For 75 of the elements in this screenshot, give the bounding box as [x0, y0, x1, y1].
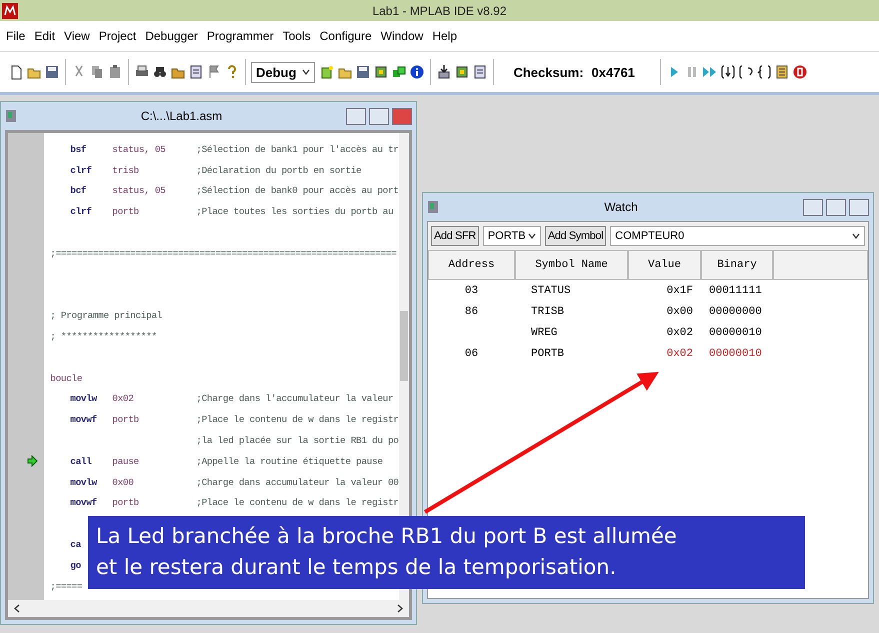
- instruction-mnemonic: clrf: [70, 206, 92, 218]
- code-comment: ;Sélection de bank1 pour l'accès au tr: [196, 144, 399, 155]
- instruction-mnemonic: movwf: [70, 497, 97, 508]
- binary-cell-text: 00000000: [708, 304, 763, 320]
- column-header[interactable]: Address: [428, 250, 515, 280]
- menu-item[interactable]: View: [60, 29, 94, 43]
- binary-cell-text: 00000010: [708, 346, 763, 362]
- instruction-operand: portb: [112, 206, 139, 218]
- instruction-mnemonic: call: [70, 456, 92, 467]
- code-comment: ;================================================================: [50, 248, 396, 259]
- code-comment: ;Place le contenu de w dans le registr: [196, 414, 399, 426]
- menu-item[interactable]: Debugger: [141, 29, 202, 43]
- code-comment: ;Appelle la routine étiquette pause: [196, 456, 383, 467]
- code-comment: ;Place le contenu de w dans le registr: [196, 497, 399, 508]
- code-comment: ;Déclaration du portb en sortie: [196, 164, 362, 176]
- menu-item[interactable]: Window: [376, 29, 428, 43]
- symbol-cell-text: PORTB: [530, 346, 566, 362]
- symbol-cell-text: WREG: [530, 326, 558, 340]
- symbol-cell-text: STATUS: [530, 284, 572, 298]
- value-cell-text: 0x1F: [666, 284, 694, 298]
- instruction-operand: status, 05: [112, 185, 166, 196]
- code-comment: ;la led placée sur la sortie RB1 du po: [196, 435, 399, 446]
- code-comment: ; ******************: [50, 331, 157, 342]
- code-comment: ;Charge dans accumulateur la valeur 00: [196, 476, 399, 488]
- sfr-dropdown[interactable]: PORTB: [482, 226, 541, 246]
- instruction-operand: portb: [112, 497, 139, 508]
- column-header[interactable]: Value: [628, 250, 701, 280]
- instruction-mnemonic: clrf: [70, 164, 92, 176]
- symbol-dropdown[interactable]: COMPTEUR0: [610, 226, 865, 246]
- build-config-dropdown[interactable]: Debug: [251, 62, 316, 82]
- code-comment: ;Charge dans l'accumulateur la valeur: [196, 393, 394, 404]
- instruction-operand: portb: [112, 414, 139, 426]
- menu-item[interactable]: File: [2, 29, 30, 43]
- instruction-mnemonic: movlw: [70, 476, 97, 488]
- symbol-cell-text: TRISB: [530, 304, 566, 320]
- menu-item[interactable]: Programmer: [202, 29, 278, 43]
- code-comment: ;=====: [50, 580, 82, 592]
- binary-cell-text: 00000010: [708, 326, 763, 340]
- code-comment: ; Programme principal: [50, 310, 162, 322]
- instruction-mnemonic: bsf: [70, 144, 86, 155]
- value-cell-text: 0x02: [666, 326, 694, 340]
- menu-item[interactable]: Edit: [30, 29, 60, 43]
- instruction-operand: 0x02: [112, 393, 134, 404]
- instruction-mnemonic: bcf: [70, 185, 86, 196]
- watch-title: Watch: [603, 200, 639, 214]
- menu-item[interactable]: Project: [94, 29, 140, 43]
- value-cell-text: 0x02: [666, 346, 694, 362]
- column-header[interactable]: Binary: [701, 250, 773, 280]
- code-comment: ;Sélection de bank0 pour accès au port: [196, 185, 399, 196]
- instruction-operand: pause: [112, 456, 139, 467]
- checksum-value: 0x4761: [592, 64, 635, 80]
- window-title: Lab1 - MPLAB IDE v8.92: [371, 4, 508, 18]
- annotation-tooltip: La Led branchée à la broche RB1 du port B est allumée et le restera durant le temps de la temporisation.: [88, 516, 805, 589]
- add-symbol-button[interactable]: Add Symbol: [544, 226, 606, 246]
- menu-item[interactable]: Configure: [316, 29, 376, 43]
- code-label: boucle: [50, 372, 82, 384]
- instruction-mnemonic: ca: [70, 539, 81, 550]
- address-cell-text: 03: [464, 284, 480, 298]
- address-cell-text: 06: [464, 346, 480, 362]
- menu-item[interactable]: Help: [428, 29, 462, 43]
- instruction-operand: trisb: [112, 164, 139, 176]
- code-comment: ;Place toutes les sorties du portb au: [196, 206, 394, 218]
- value-cell-text: 0x00: [666, 304, 694, 320]
- menu-item[interactable]: Tools: [278, 29, 315, 43]
- address-cell-text: 86: [464, 304, 480, 320]
- instruction-operand: 0x00: [112, 476, 134, 488]
- instruction-mnemonic: movlw: [70, 393, 97, 404]
- add-sfr-button[interactable]: Add SFR: [431, 226, 479, 246]
- instruction-mnemonic: movwf: [70, 414, 97, 426]
- checksum-label: Checksum:: [513, 64, 584, 80]
- editor-title: C:\...\Lab1.asm: [140, 109, 224, 123]
- column-header[interactable]: Symbol Name: [515, 250, 628, 280]
- binary-cell-text: 00011111: [708, 284, 763, 298]
- instruction-mnemonic: go: [70, 560, 81, 571]
- instruction-operand: status, 05: [112, 144, 166, 155]
